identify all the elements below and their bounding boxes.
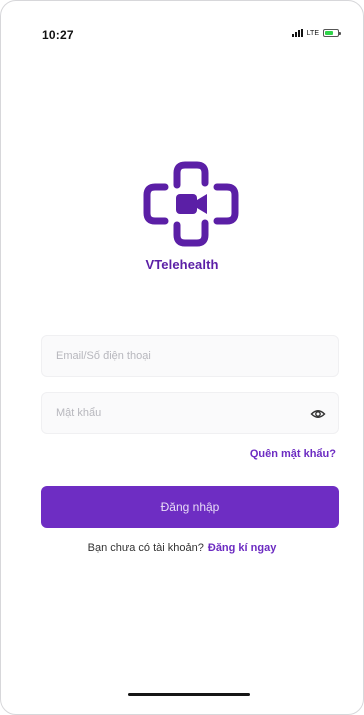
signup-link[interactable]: Đăng kí ngay [208, 542, 276, 554]
signal-icon [291, 29, 303, 37]
password-input[interactable] [56, 393, 296, 433]
battery-level-fill [325, 31, 334, 35]
brand-name: VTelehealth [145, 257, 219, 272]
medical-cross-video-camera-icon [143, 161, 239, 247]
battery-icon [323, 29, 341, 37]
signup-row: Bạn chưa có tài khoản? Đăng kí ngay [1, 542, 363, 554]
home-indicator[interactable] [128, 693, 250, 696]
signup-prompt: Bạn chưa có tài khoản? [87, 542, 204, 554]
email-input[interactable] [56, 336, 296, 376]
phone-screen: 10:27 LTE VTelehealth Email/Số điện thoạ… [0, 0, 364, 715]
eye-icon[interactable] [310, 406, 326, 422]
login-button[interactable]: Đăng nhập [41, 486, 339, 528]
status-bar: 10:27 LTE [1, 1, 363, 61]
network-label: LTE [306, 29, 319, 37]
password-field[interactable] [41, 392, 339, 434]
forgot-password-link[interactable]: Quên mật khẩu? [250, 448, 336, 460]
email-field[interactable] [41, 335, 339, 377]
status-time: 10:27 [42, 28, 74, 42]
status-icons: LTE [291, 29, 341, 37]
